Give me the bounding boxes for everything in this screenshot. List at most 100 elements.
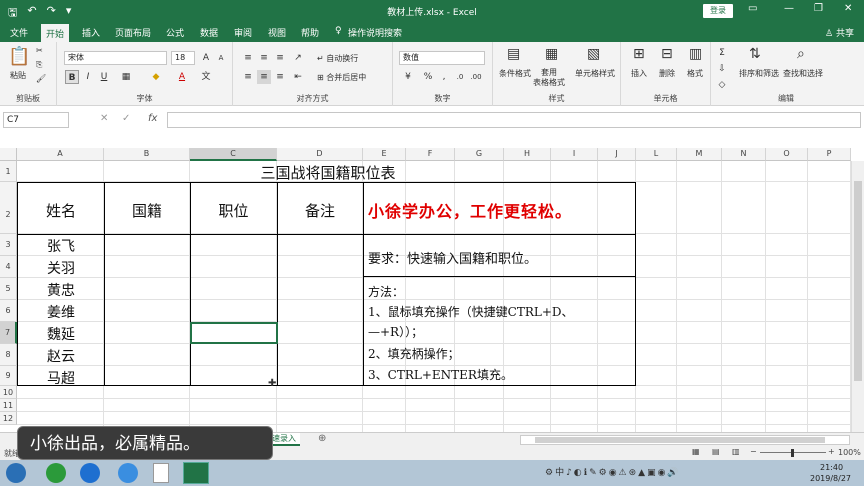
- cell-style-button[interactable]: 单元格样式: [575, 68, 615, 79]
- restore-icon[interactable]: ❐: [814, 3, 823, 14]
- method-line[interactable]: 1、鼠标填充操作（快捷键CTRL+D、: [368, 303, 574, 320]
- page-layout-icon[interactable]: ▤: [712, 447, 720, 456]
- tab-data[interactable]: 数据: [200, 26, 218, 39]
- name-cell[interactable]: 赵云: [18, 346, 104, 366]
- row-header[interactable]: 11: [0, 399, 17, 412]
- file-icon[interactable]: [153, 463, 169, 483]
- app-blue-icon[interactable]: [118, 463, 138, 483]
- cut-icon[interactable]: ✂: [36, 46, 43, 55]
- name-cell[interactable]: 关羽: [18, 258, 104, 278]
- italic-button[interactable]: I: [81, 70, 95, 84]
- column-header[interactable]: F: [406, 148, 455, 161]
- insert-cells-button[interactable]: 插入: [631, 68, 647, 79]
- fill-icon[interactable]: ⇩: [715, 62, 729, 76]
- slogan-text[interactable]: 小徐学办公，工作更轻松。: [368, 198, 634, 222]
- conditional-format-icon[interactable]: ▤: [507, 46, 520, 62]
- row-header[interactable]: 7: [0, 322, 17, 344]
- paste-icon[interactable]: 📋: [8, 46, 30, 67]
- name-cell[interactable]: 魏延: [18, 324, 104, 344]
- row-header[interactable]: 6: [0, 300, 17, 322]
- column-header[interactable]: L: [636, 148, 677, 161]
- column-header[interactable]: N: [722, 148, 766, 161]
- tab-home[interactable]: 开始: [41, 24, 70, 42]
- minimize-icon[interactable]: —: [784, 3, 794, 14]
- header-notes[interactable]: 备注: [277, 200, 363, 221]
- method-line[interactable]: —+R））；: [368, 323, 423, 340]
- name-box[interactable]: C7: [3, 112, 69, 128]
- format-cells-icon[interactable]: ▥: [689, 46, 702, 62]
- insert-function-icon[interactable]: fx: [148, 113, 157, 124]
- excel-taskbar-icon[interactable]: [183, 462, 209, 484]
- column-header[interactable]: G: [455, 148, 504, 161]
- tell-me-search[interactable]: 操作说明搜索: [348, 26, 402, 39]
- scroll-thumb[interactable]: [854, 181, 862, 381]
- align-center-icon[interactable]: ≡: [257, 70, 271, 84]
- format-painter-icon[interactable]: 🖌: [36, 74, 46, 83]
- add-sheet-icon[interactable]: ⊕: [318, 433, 326, 444]
- zoom-slider-thumb[interactable]: [791, 449, 794, 457]
- vertical-scrollbar[interactable]: [851, 161, 864, 435]
- app-k-icon[interactable]: [80, 463, 100, 483]
- header-name[interactable]: 姓名: [18, 200, 104, 221]
- clock-date[interactable]: 2019/8/27: [810, 474, 851, 483]
- row-header[interactable]: 1: [0, 161, 17, 182]
- system-tray-icons[interactable]: ⚙中♪◐ℹ✎⚙◉⚠⊛▲▣◉🔊: [545, 465, 681, 478]
- number-format-select[interactable]: 数值: [399, 51, 485, 65]
- decrease-decimal-icon[interactable]: .00: [469, 70, 483, 84]
- decrease-font-icon[interactable]: A: [214, 51, 228, 65]
- column-header[interactable]: E: [363, 148, 406, 161]
- share-button[interactable]: ♙ 共享: [825, 26, 854, 39]
- h-scroll-thumb[interactable]: [535, 437, 825, 443]
- selected-cell[interactable]: [190, 322, 278, 344]
- fill-color-icon[interactable]: ◆: [149, 70, 163, 84]
- horizontal-scrollbar[interactable]: [520, 435, 850, 445]
- tab-page-layout[interactable]: 页面布局: [115, 26, 151, 39]
- delete-cells-icon[interactable]: ⊟: [661, 46, 673, 62]
- delete-cells-button[interactable]: 删除: [659, 68, 675, 79]
- font-name-select[interactable]: 宋体: [64, 51, 167, 65]
- browser-icon[interactable]: [46, 463, 66, 483]
- border-icon[interactable]: ▦: [119, 70, 133, 84]
- tab-help[interactable]: 帮助: [301, 26, 319, 39]
- column-header[interactable]: D: [277, 148, 363, 161]
- row-header[interactable]: 10: [0, 386, 17, 399]
- increase-decimal-icon[interactable]: .0: [453, 70, 467, 84]
- format-table-button[interactable]: 套用 表格格式: [533, 68, 565, 88]
- tab-formulas[interactable]: 公式: [166, 26, 184, 39]
- percent-icon[interactable]: %: [421, 70, 435, 84]
- tab-insert[interactable]: 插入: [82, 26, 100, 39]
- paste-button[interactable]: 粘贴: [10, 70, 26, 81]
- worksheet-grid[interactable]: ABCDEFGHIJLMNOP 1 2 3 4 5 6 7 8 9 10 11 12 三国战将国籍职位…: [0, 148, 864, 435]
- underline-button[interactable]: U: [97, 70, 111, 84]
- enter-icon[interactable]: ✓: [122, 113, 130, 124]
- ribbon-display-icon[interactable]: ▭: [748, 3, 757, 14]
- row-header[interactable]: 4: [0, 256, 17, 278]
- sort-filter-button[interactable]: 排序和筛选: [739, 68, 779, 79]
- column-header[interactable]: O: [766, 148, 808, 161]
- row-header[interactable]: 3: [0, 234, 17, 256]
- login-button[interactable]: 登录: [703, 4, 733, 18]
- align-middle-icon[interactable]: ≡: [257, 51, 271, 65]
- row-header[interactable]: 2: [0, 182, 17, 234]
- wrap-text-button[interactable]: ↵ 自动换行: [317, 53, 358, 64]
- format-table-icon[interactable]: ▦: [545, 46, 558, 62]
- name-cell[interactable]: 张飞: [18, 236, 104, 256]
- tab-file[interactable]: 文件: [10, 26, 28, 39]
- row-header[interactable]: 12: [0, 412, 17, 425]
- font-color-icon[interactable]: A: [175, 70, 189, 84]
- sort-filter-icon[interactable]: ⇅: [749, 46, 761, 62]
- zoom-level[interactable]: 100%: [838, 448, 861, 457]
- align-top-icon[interactable]: ≡: [241, 51, 255, 65]
- find-select-icon[interactable]: ⌕: [797, 46, 805, 62]
- phonetic-icon[interactable]: 文: [199, 70, 213, 84]
- formula-input[interactable]: [167, 112, 861, 128]
- name-cell[interactable]: 姜维: [18, 302, 104, 322]
- copy-icon[interactable]: ⎘: [36, 60, 42, 70]
- method-line[interactable]: 2、填充柄操作；: [368, 345, 460, 362]
- table-title[interactable]: 三国战将国籍职位表: [190, 162, 466, 183]
- requirement-text[interactable]: 要求：快速输入国籍和职位。: [368, 248, 634, 267]
- indent-icon[interactable]: ⇤: [291, 70, 305, 84]
- name-cell[interactable]: 黄忠: [18, 280, 104, 300]
- cancel-icon[interactable]: ✕: [100, 113, 108, 124]
- header-position[interactable]: 职位: [190, 200, 277, 221]
